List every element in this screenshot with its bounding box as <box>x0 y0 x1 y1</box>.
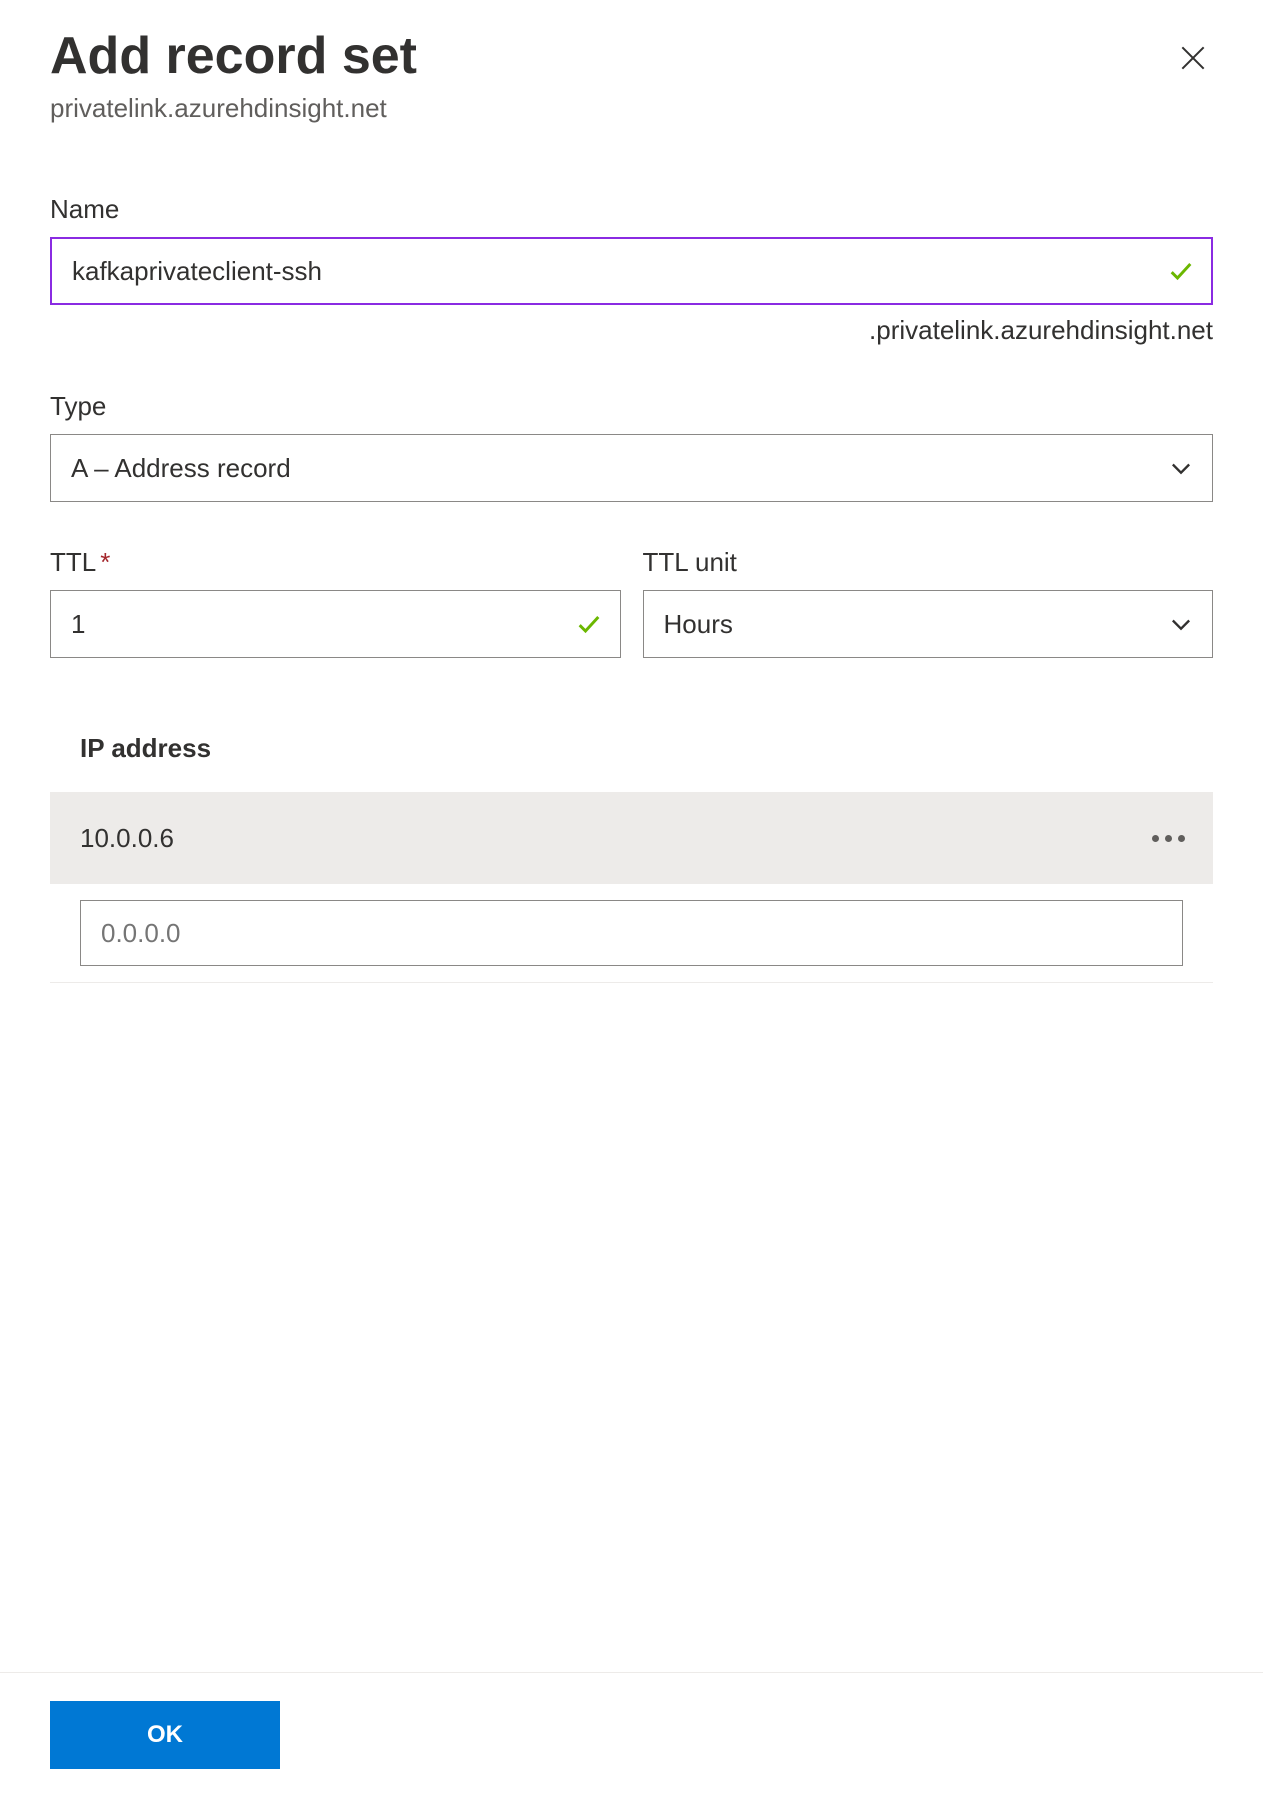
close-icon <box>1177 42 1209 74</box>
name-label: Name <box>50 194 1213 225</box>
ttl-unit-label: TTL unit <box>643 547 1214 578</box>
check-icon <box>575 610 603 638</box>
close-button[interactable] <box>1173 38 1213 78</box>
type-select[interactable]: A – Address record <box>50 434 1213 502</box>
ip-address-header: IP address <box>50 733 1213 792</box>
ttl-label: TTL* <box>50 547 621 578</box>
page-subtitle: privatelink.azurehdinsight.net <box>50 93 1213 124</box>
more-options-button[interactable] <box>1146 829 1191 848</box>
ip-address-value: 10.0.0.6 <box>80 823 174 854</box>
name-suffix: .privatelink.azurehdinsight.net <box>50 315 1213 346</box>
ip-address-input[interactable] <box>80 900 1183 966</box>
ellipsis-icon <box>1152 835 1159 842</box>
required-indicator: * <box>100 547 110 577</box>
ttl-unit-select[interactable]: Hours <box>643 590 1214 658</box>
ip-address-row: 10.0.0.6 <box>50 792 1213 884</box>
check-icon <box>1167 257 1195 285</box>
page-title: Add record set <box>50 28 417 85</box>
name-input[interactable] <box>50 237 1213 305</box>
ok-button[interactable]: OK <box>50 1701 280 1769</box>
ttl-input[interactable] <box>50 590 621 658</box>
type-label: Type <box>50 391 1213 422</box>
